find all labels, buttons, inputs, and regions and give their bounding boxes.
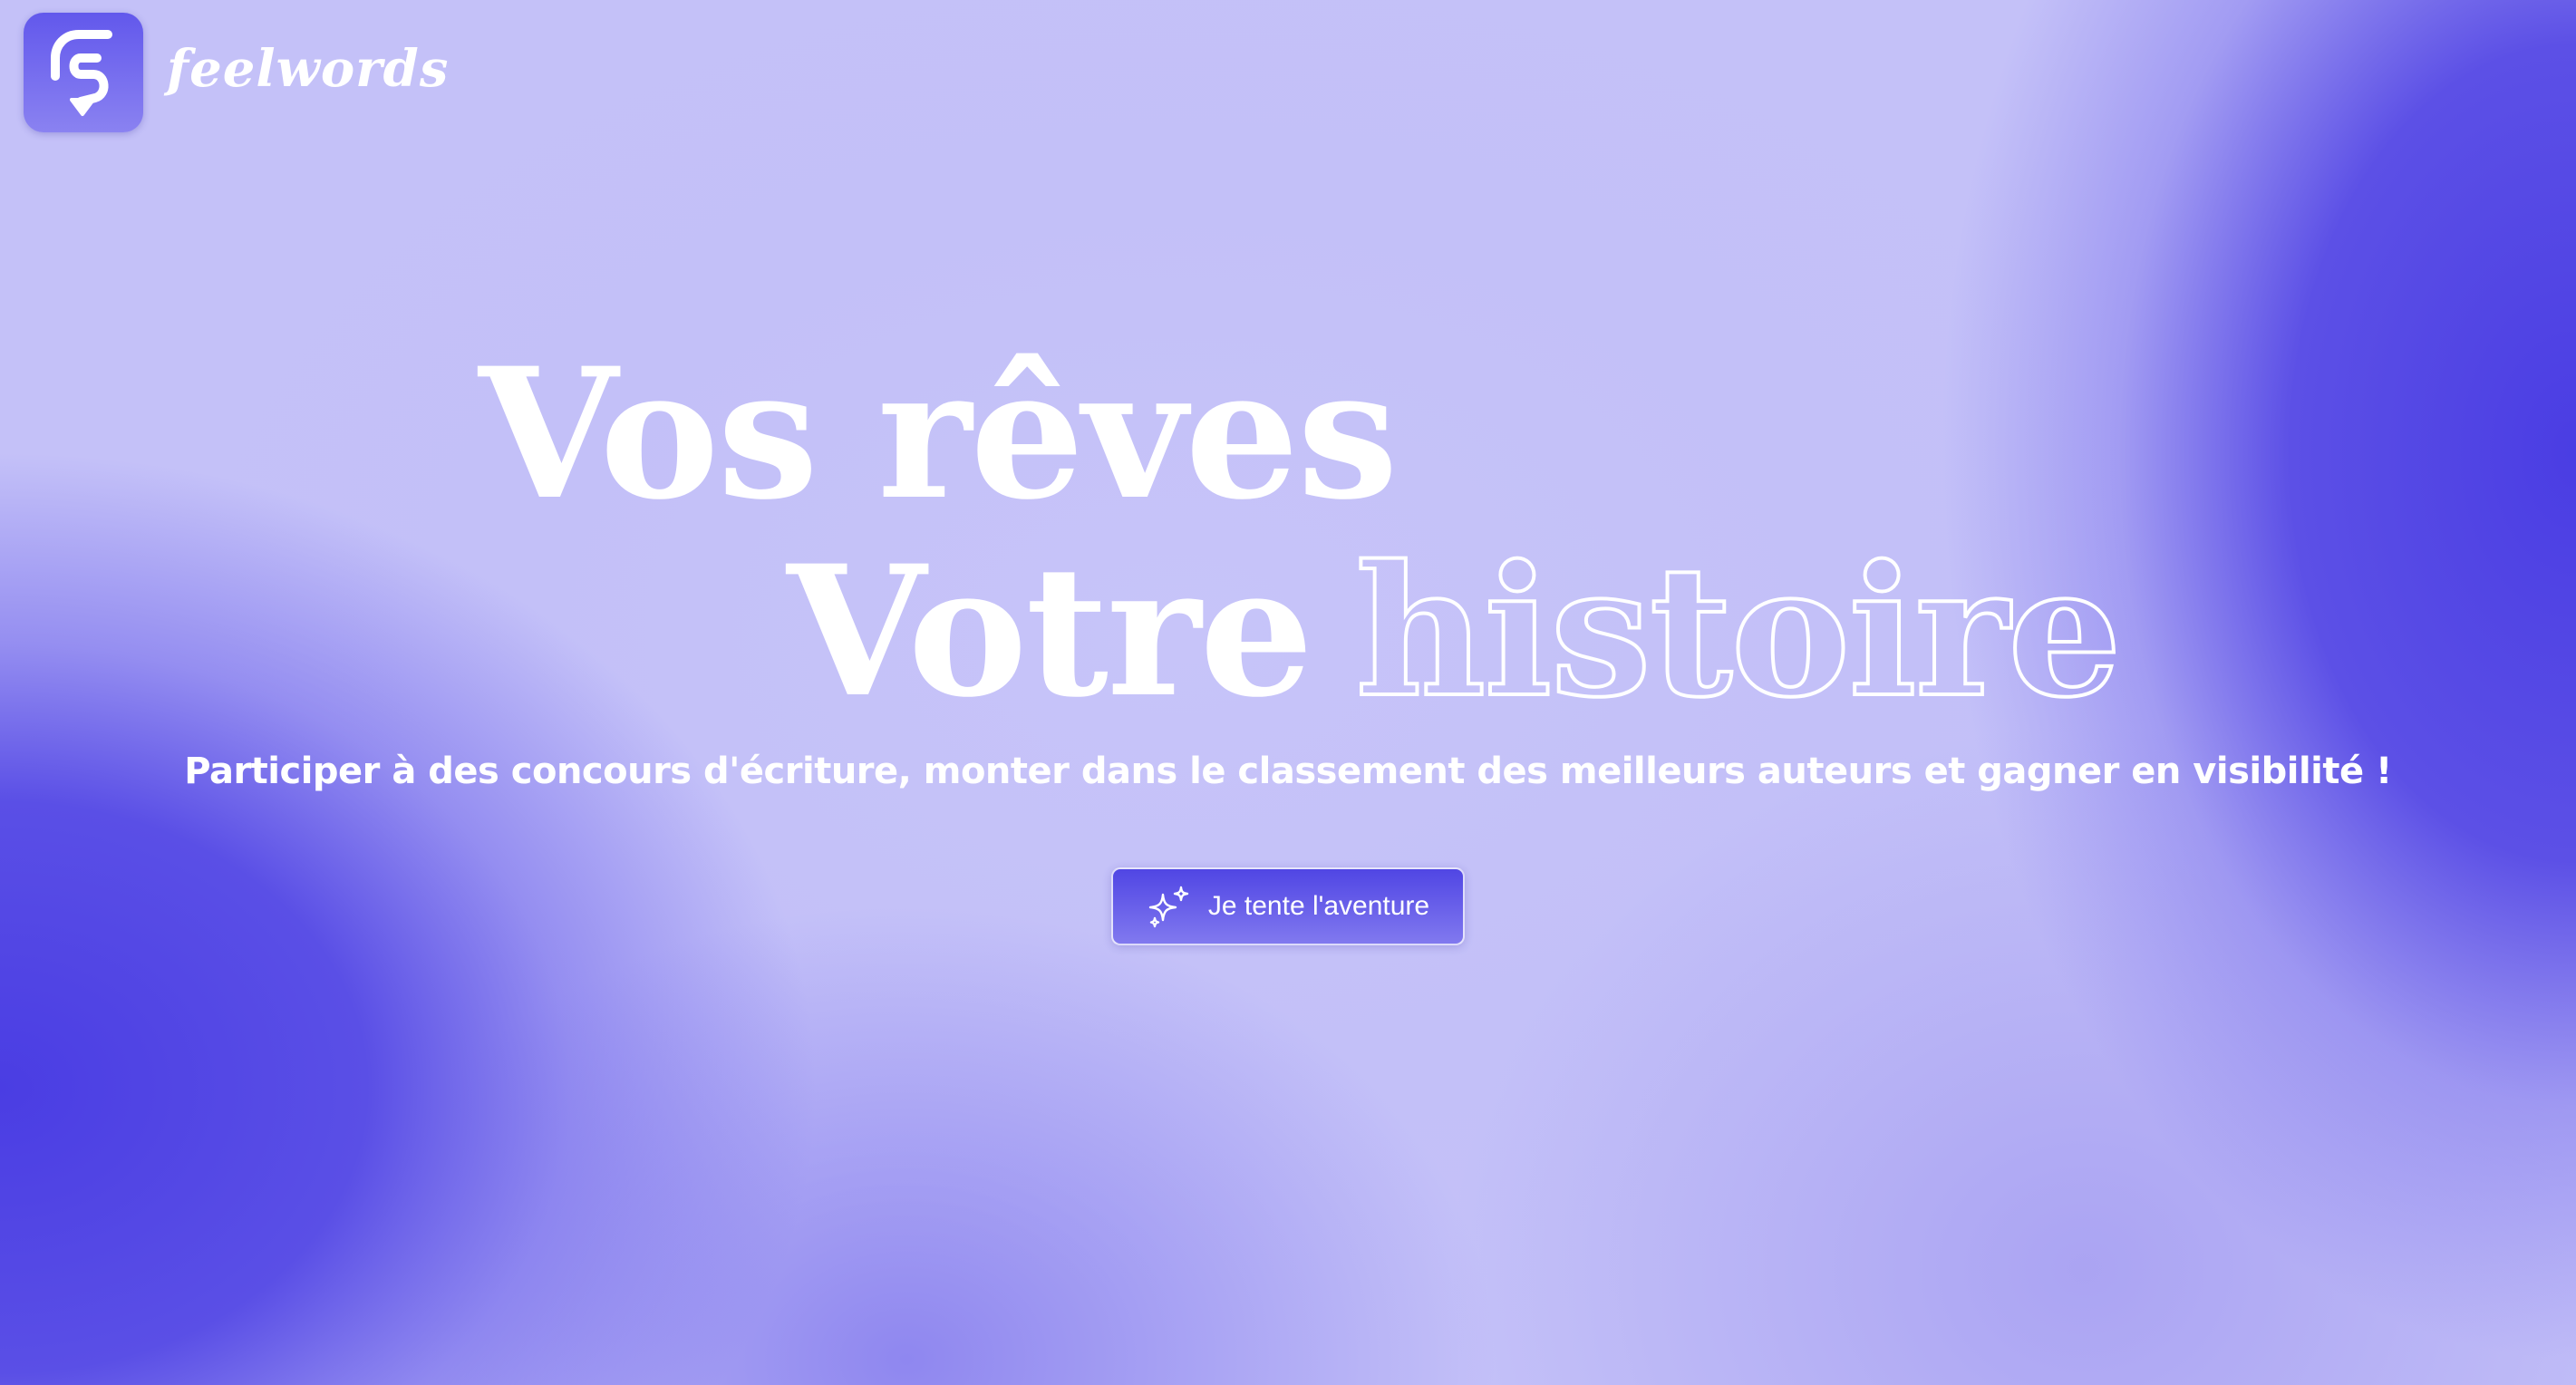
headline-line-2: Votre histoire xyxy=(787,540,2124,723)
headline-line-2-outline: histoire xyxy=(1353,526,2124,737)
sparkles-icon xyxy=(1147,884,1192,929)
headline-line-2-solid: Votre xyxy=(787,526,1313,737)
start-adventure-button[interactable]: Je tente l'aventure xyxy=(1111,867,1465,945)
start-adventure-label: Je tente l'aventure xyxy=(1207,891,1430,921)
header-brand[interactable]: feelwords xyxy=(24,13,449,132)
hero-subtitle: Participer à des concours d'écriture, mo… xyxy=(184,751,2392,792)
feelwords-logo-icon xyxy=(24,13,143,132)
headline-line-1: Vos rêves xyxy=(479,328,1399,539)
brand-name: feelwords xyxy=(167,39,450,99)
